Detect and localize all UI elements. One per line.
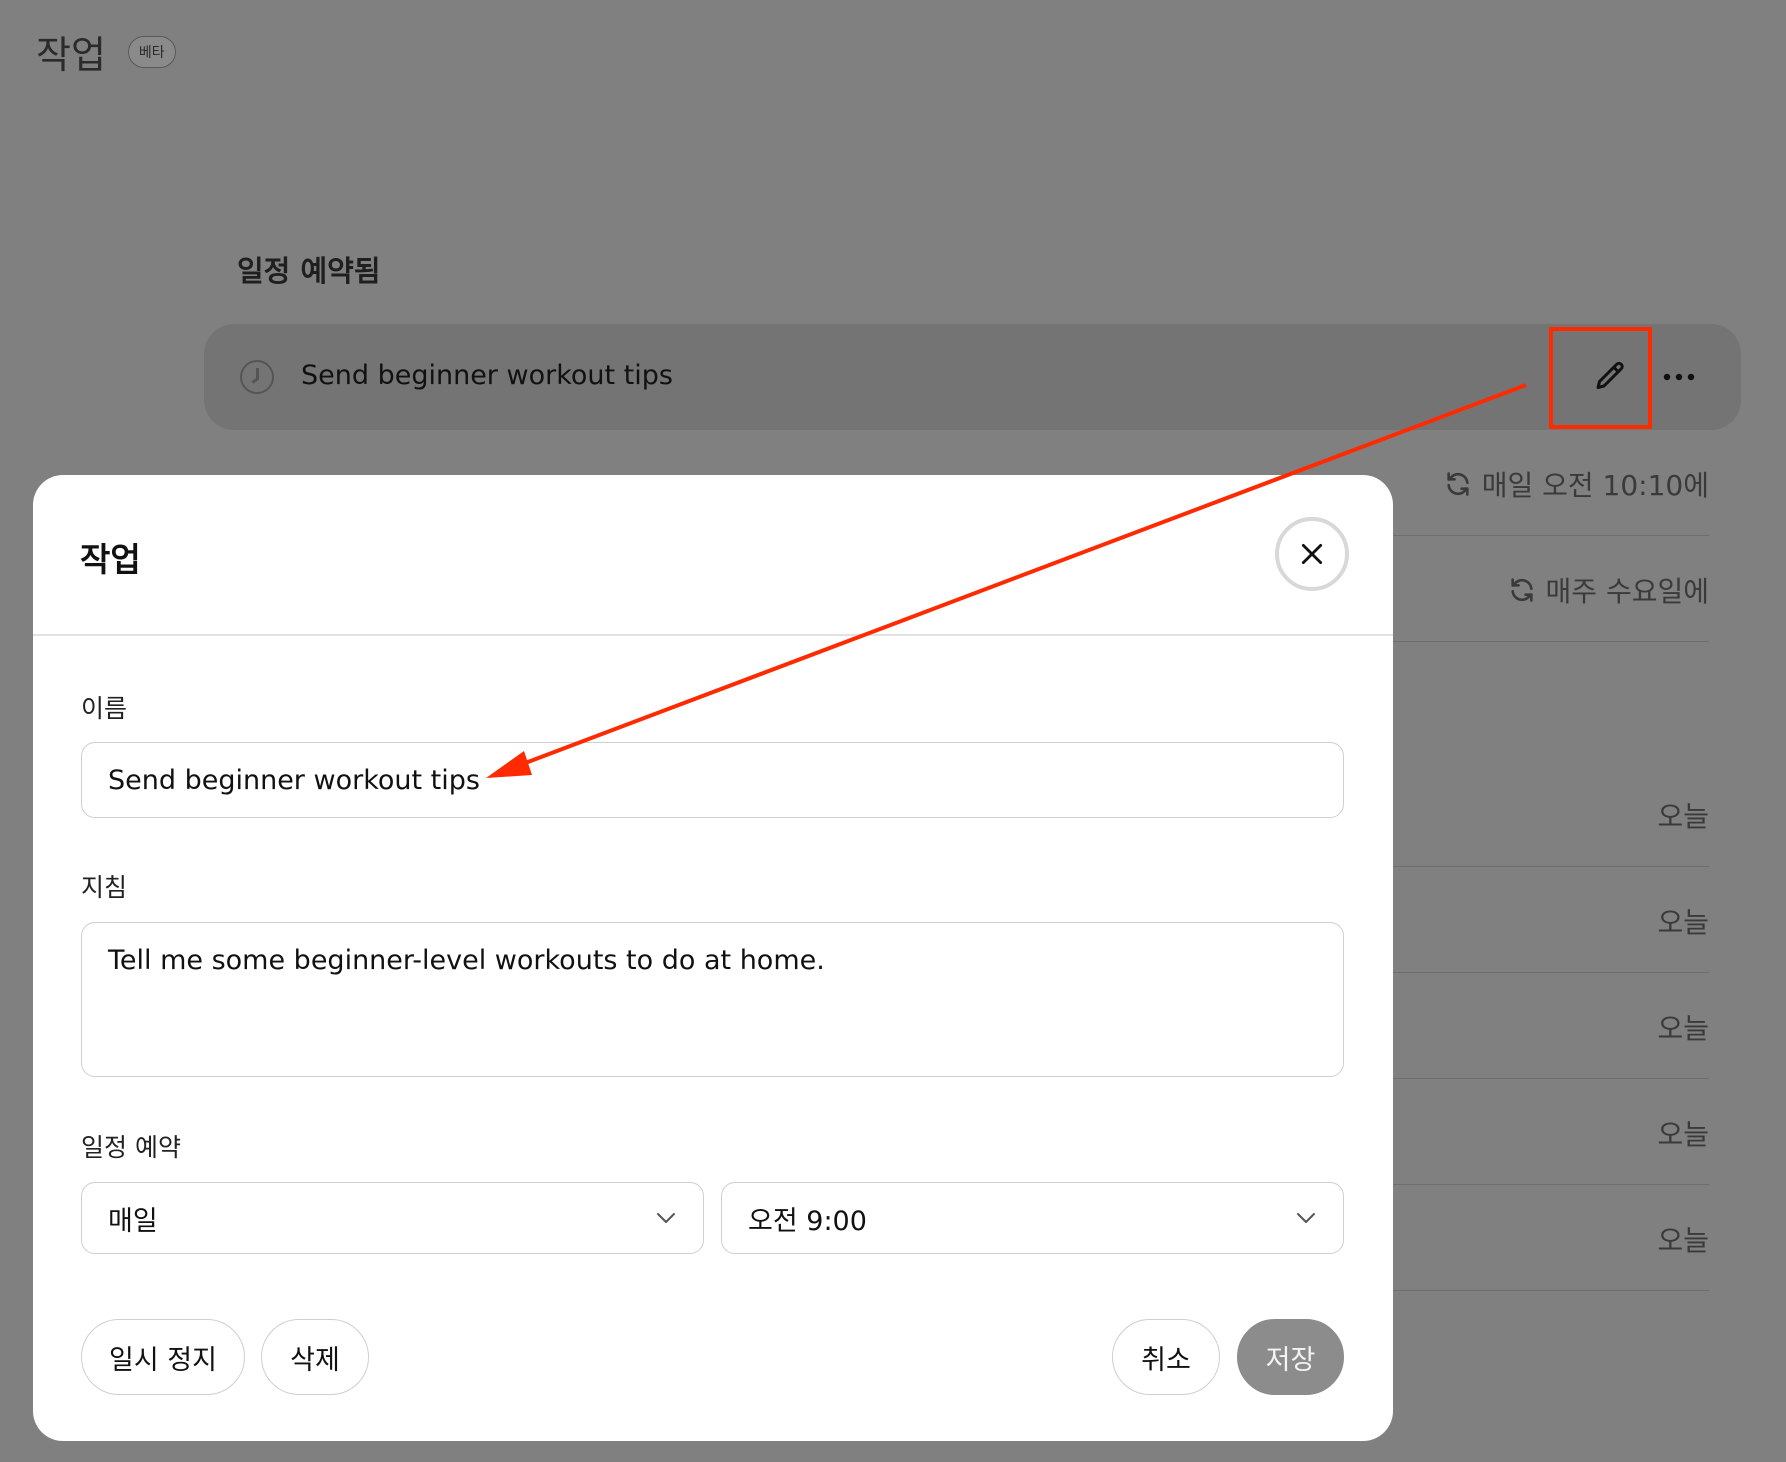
- task-schedule-text: 매일 오전 10:10에: [1481, 469, 1709, 502]
- save-button[interactable]: 저장: [1237, 1319, 1344, 1395]
- page-title: 작업: [36, 33, 106, 77]
- cancel-button[interactable]: 취소: [1112, 1319, 1220, 1395]
- instructions-label: 지침: [81, 873, 128, 902]
- chevron-down-icon: [1297, 1213, 1315, 1223]
- task-schedule: 매주 수요일에: [1508, 570, 1709, 610]
- task-edit-modal: 작업 이름 Send beginner workout tips 지침 Tell…: [33, 475, 1393, 1441]
- pause-button[interactable]: 일시 정지: [81, 1319, 245, 1395]
- beta-badge: 베타: [127, 35, 176, 68]
- name-input[interactable]: Send beginner workout tips: [81, 742, 1344, 818]
- modal-divider: [33, 634, 1393, 636]
- instructions-textarea[interactable]: Tell me some beginner-level workouts to …: [81, 922, 1344, 1077]
- task-name: Send beginner workout tips: [301, 360, 673, 391]
- chevron-down-icon: [657, 1213, 675, 1223]
- pencil-icon: [1596, 361, 1624, 389]
- name-label: 이름: [81, 694, 128, 723]
- task-date: 오늘: [1657, 1012, 1709, 1045]
- task-date: 오늘: [1657, 1224, 1709, 1257]
- frequency-value: 매일: [108, 1205, 158, 1237]
- task-date: 오늘: [1657, 1118, 1709, 1151]
- ellipsis-icon: [1663, 373, 1695, 381]
- task-row-highlighted[interactable]: Send beginner workout tips: [204, 324, 1741, 430]
- refresh-icon: [1447, 472, 1469, 496]
- name-input-value: Send beginner workout tips: [108, 764, 480, 796]
- more-options-button[interactable]: [1650, 348, 1708, 406]
- close-button[interactable]: [1275, 517, 1349, 591]
- time-value: 오전 9:00: [748, 1205, 867, 1237]
- instructions-value: Tell me some beginner-level workouts to …: [108, 945, 825, 976]
- task-schedule-text: 매주 수요일에: [1545, 575, 1709, 608]
- modal-title: 작업: [80, 540, 141, 579]
- time-select[interactable]: 오전 9:00: [721, 1182, 1344, 1254]
- refresh-icon: [1510, 578, 1533, 602]
- task-schedule: 매일 오전 10:10에: [1444, 464, 1709, 504]
- close-icon: [1301, 543, 1323, 565]
- section-title: 일정 예약됨: [237, 254, 381, 288]
- clock-icon: [240, 360, 274, 394]
- frequency-select[interactable]: 매일: [81, 1182, 704, 1254]
- delete-button[interactable]: 삭제: [261, 1319, 369, 1395]
- task-date: 오늘: [1657, 906, 1709, 939]
- task-date: 오늘: [1657, 800, 1709, 833]
- schedule-label: 일정 예약: [81, 1133, 181, 1162]
- edit-pencil-button[interactable]: [1581, 348, 1639, 406]
- page-header: 작업 베타: [36, 24, 176, 79]
